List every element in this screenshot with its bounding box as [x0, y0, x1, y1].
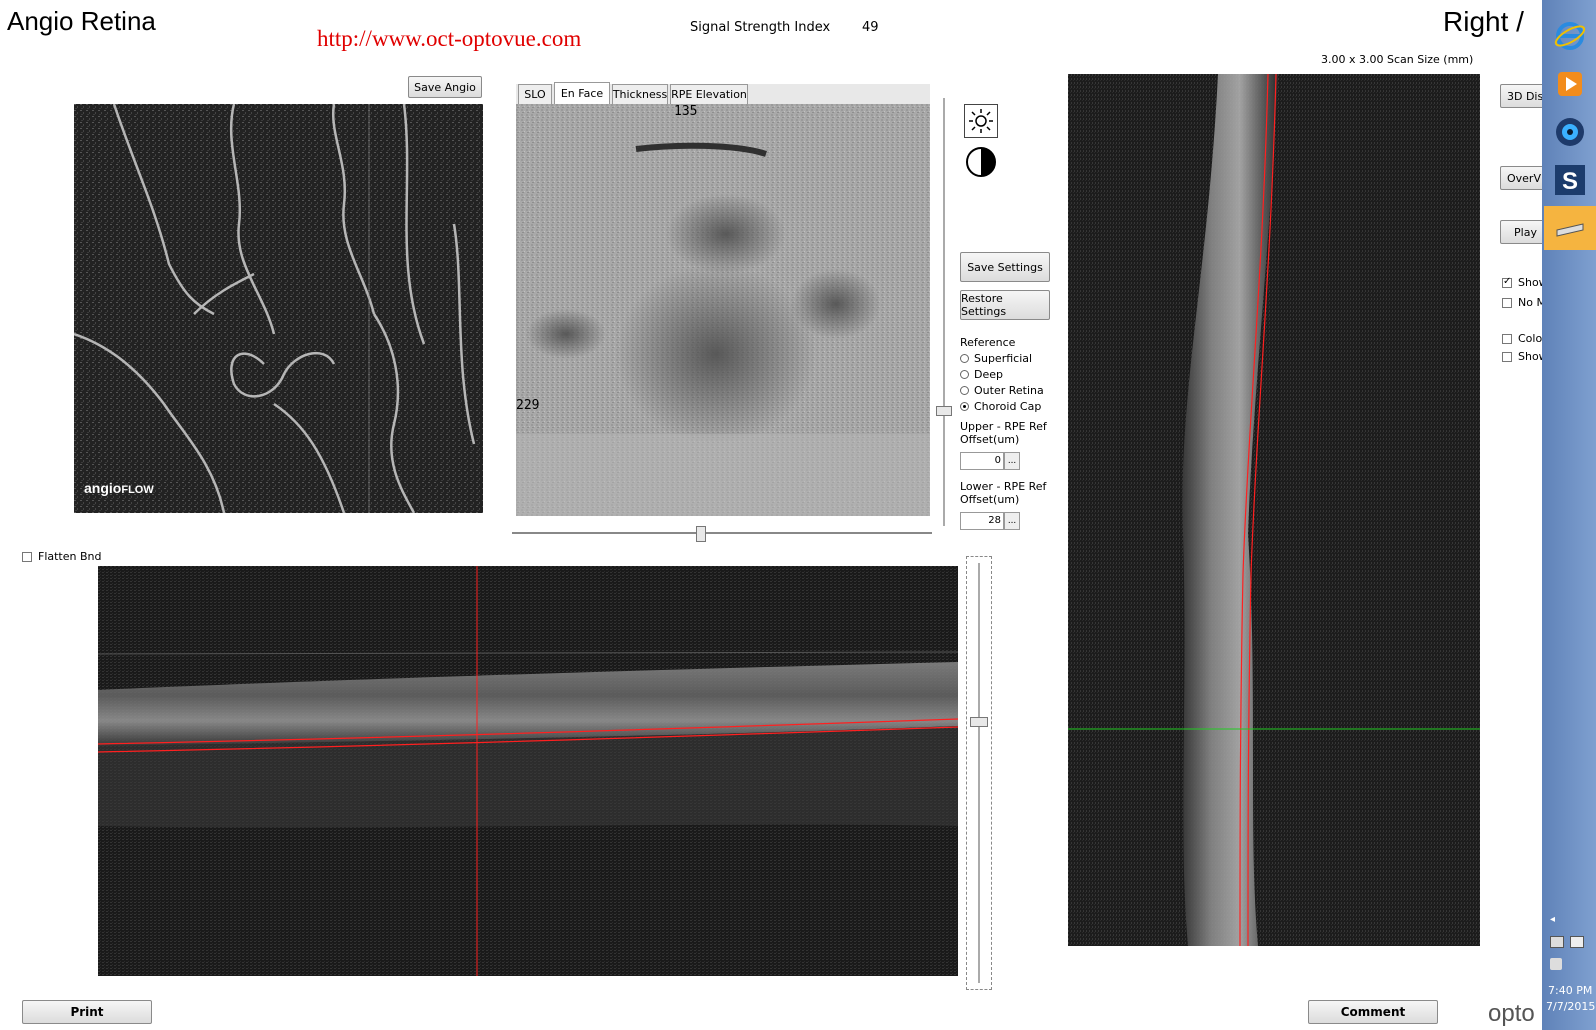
webcam-icon[interactable] — [1544, 110, 1596, 154]
reference-option-label: Choroid Cap — [974, 400, 1042, 413]
bscan-slider-thumb[interactable] — [970, 717, 988, 727]
scanner-icon[interactable] — [1544, 206, 1596, 250]
tray-arrow-icon[interactable]: ◂ — [1550, 914, 1555, 925]
lower-offset-label-line1: Lower - RPE Ref — [960, 480, 1047, 493]
reference-option-deep[interactable]: Deep — [960, 368, 1003, 381]
media-glyph — [1558, 72, 1582, 96]
bscan-vertical-slider[interactable] — [966, 556, 992, 990]
contrast-icon[interactable] — [964, 145, 998, 179]
reference-group: Reference Superficial Deep Outer Retina … — [960, 336, 1070, 536]
reference-option-choroid-cap[interactable]: Choroid Cap — [960, 400, 1041, 413]
flatten-bnd-label: Flatten Bnd — [38, 550, 102, 563]
right-check-color[interactable]: Color — [1502, 332, 1547, 345]
lower-offset-label-line2: Offset(um) — [960, 493, 1020, 506]
lower-offset-field[interactable]: 28 — [960, 512, 1004, 530]
svg-text:S: S — [1562, 168, 1578, 195]
signal-strength-label: Signal Strength Index — [690, 20, 831, 35]
enface-texture — [516, 104, 930, 516]
tray-monitor-icon[interactable] — [1570, 936, 1584, 948]
enface-horizontal-slider[interactable] — [512, 526, 932, 542]
tab-rpe-elevation[interactable]: RPE Elevation — [670, 84, 748, 104]
enface-image: 135 229 — [516, 104, 930, 516]
optovue-logo: opto — [1488, 1000, 1535, 1027]
sun-glyph — [969, 109, 993, 133]
tab-en-face[interactable]: En Face — [554, 82, 610, 104]
vertical-slider-thumb[interactable] — [936, 406, 952, 416]
flatten-bnd-box[interactable] — [22, 551, 32, 562]
right-check-box[interactable] — [1502, 333, 1512, 344]
eye-label: Right / — [1443, 6, 1524, 37]
radio-choroid-cap[interactable] — [960, 402, 969, 411]
media-player-icon[interactable] — [1544, 62, 1596, 106]
internet-explorer-icon[interactable] — [1544, 14, 1596, 58]
reference-option-label: Deep — [974, 368, 1003, 381]
angio-vessels — [74, 104, 483, 513]
upper-offset-label: Upper - RPE Ref Offset(um) — [960, 420, 1047, 446]
radio-deep[interactable] — [960, 370, 969, 379]
upper-offset-field[interactable]: 0 — [960, 452, 1004, 470]
reference-option-outer-retina[interactable]: Outer Retina — [960, 384, 1044, 397]
right-check-no-m[interactable]: No M — [1502, 296, 1546, 309]
tray-network-icon[interactable] — [1550, 936, 1564, 948]
bscan-vertical-texture — [1068, 74, 1480, 946]
vertical-slider-track — [943, 98, 945, 526]
reference-option-superficial[interactable]: Superficial — [960, 352, 1032, 365]
brightness-icon[interactable] — [964, 104, 998, 138]
scan-size-label: 3.00 x 3.00 Scan Size (mm) — [1321, 53, 1474, 66]
reference-option-label: Outer Retina — [974, 384, 1044, 397]
clock-date[interactable]: 7/7/2015 — [1546, 1000, 1595, 1013]
s-app-glyph: S — [1555, 165, 1585, 195]
save-angio-button[interactable]: Save Angio — [408, 76, 482, 98]
comment-button[interactable]: Comment — [1308, 1000, 1438, 1024]
bscan-slider-track — [978, 563, 980, 983]
bscan-vertical-image — [1068, 74, 1480, 946]
contrast-glyph — [966, 147, 996, 177]
slider-track — [512, 532, 932, 534]
bscan-horizontal-texture — [98, 566, 958, 976]
ie-glyph — [1554, 22, 1586, 50]
print-button[interactable]: Print — [22, 1000, 152, 1024]
bscan-horizontal-image — [98, 566, 958, 976]
right-check-box[interactable] — [1502, 351, 1512, 362]
enface-left-number: 229 — [516, 398, 540, 413]
signal-strength-value: 49 — [862, 20, 879, 35]
upper-offset-label-line2: Offset(um) — [960, 433, 1020, 446]
s-app-icon[interactable]: S — [1544, 158, 1596, 202]
right-check-show-1[interactable]: Show — [1502, 276, 1548, 289]
clock-time[interactable]: 7:40 PM — [1548, 984, 1592, 997]
enface-top-number: 135 — [674, 104, 698, 119]
upper-offset-browse-button[interactable]: ... — [1004, 452, 1020, 470]
scanner-glyph — [1556, 223, 1584, 237]
taskbar — [1542, 0, 1596, 1030]
reference-label: Reference — [960, 336, 1016, 349]
reference-option-label: Superficial — [974, 352, 1033, 365]
right-check-box[interactable] — [1502, 297, 1512, 308]
lower-offset-label: Lower - RPE Ref Offset(um) — [960, 480, 1046, 506]
radio-superficial[interactable] — [960, 354, 969, 363]
save-settings-button[interactable]: Save Settings — [960, 252, 1050, 282]
right-check-box[interactable] — [1502, 276, 1512, 288]
right-check-show-2[interactable]: Show — [1502, 350, 1548, 363]
slider-thumb[interactable] — [696, 526, 706, 542]
angioflow-logo: angioFLOW — [84, 480, 154, 496]
angio-image: angioFLOW — [74, 104, 483, 513]
radio-outer-retina[interactable] — [960, 386, 969, 395]
tab-thickness[interactable]: Thickness — [612, 84, 668, 104]
lower-offset-browse-button[interactable]: ... — [1004, 512, 1020, 530]
upper-offset-label-line1: Upper - RPE Ref — [960, 420, 1047, 433]
url-text: http://www.oct-optovue.com — [317, 26, 582, 51]
tab-slo[interactable]: SLO — [518, 84, 552, 104]
flatten-bnd-checkbox[interactable]: Flatten Bnd — [22, 550, 102, 563]
webcam-glyph — [1556, 118, 1584, 146]
restore-settings-button[interactable]: Restore Settings — [960, 290, 1050, 320]
tray-volume-icon[interactable] — [1550, 958, 1562, 970]
enface-vertical-slider[interactable] — [936, 98, 952, 526]
page-title: Angio Retina — [7, 6, 156, 36]
